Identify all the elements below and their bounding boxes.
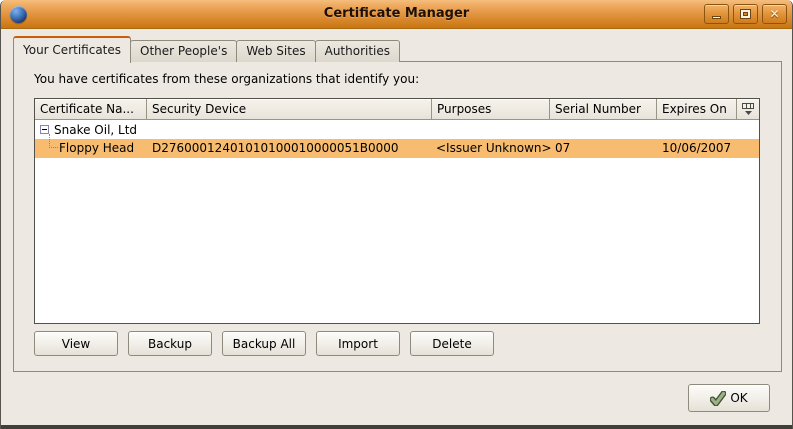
certificate-manager-window: Certificate Manager ✕ Your Certificates … [0, 0, 793, 429]
maximize-button[interactable] [733, 4, 758, 24]
your-certificates-panel: You have certificates from these organiz… [13, 61, 782, 372]
backup-button[interactable]: Backup [128, 331, 212, 356]
column-header-purposes[interactable]: Purposes [432, 99, 550, 120]
certificate-table: Certificate Na... Security Device Purpos… [34, 98, 760, 324]
tab-other-peoples[interactable]: Other People's [130, 40, 237, 62]
close-icon: ✕ [769, 8, 779, 20]
tab-your-certificates[interactable]: Your Certificates [13, 36, 131, 63]
window-controls: ✕ [704, 4, 787, 24]
tree-elbow-line [49, 134, 58, 148]
minimize-button[interactable] [704, 4, 729, 24]
cell-certificate-name: Floppy Head [59, 139, 134, 158]
cell-security-device: D27600012401010100010000051B0000 [152, 139, 399, 158]
collapse-expander-icon[interactable] [40, 125, 49, 134]
column-picker-icon [741, 102, 756, 117]
import-button[interactable]: Import [316, 331, 400, 356]
titlebar[interactable]: Certificate Manager ✕ [1, 0, 792, 29]
tab-authorities[interactable]: Authorities [315, 40, 400, 62]
action-button-row: View Backup Backup All Import Delete [34, 331, 494, 356]
ok-button[interactable]: OK [688, 384, 770, 412]
column-header-security-device[interactable]: Security Device [147, 99, 432, 120]
tab-bar: Your Certificates Other People's Web Sit… [13, 34, 399, 62]
column-header-certificate-name[interactable]: Certificate Na... [35, 99, 147, 120]
window-title: Certificate Manager [1, 6, 792, 21]
minimize-icon [712, 16, 721, 19]
maximize-icon [740, 9, 751, 19]
view-button[interactable]: View [34, 331, 118, 356]
column-picker-button[interactable] [737, 99, 759, 120]
cell-purposes: <Issuer Unknown> [436, 139, 552, 158]
cell-serial-number: 07 [555, 139, 570, 158]
close-button[interactable]: ✕ [762, 4, 787, 24]
ok-button-label: OK [730, 391, 747, 405]
window-bottom-edge [1, 425, 792, 429]
table-header: Certificate Na... Security Device Purpos… [35, 99, 759, 120]
table-row-group-snake-oil[interactable]: Snake Oil, Ltd [35, 120, 759, 139]
backup-all-button[interactable]: Backup All [222, 331, 306, 356]
column-header-expires-on[interactable]: Expires On [657, 99, 737, 120]
group-name: Snake Oil, Ltd [54, 121, 137, 140]
tab-web-sites[interactable]: Web Sites [236, 40, 315, 62]
ok-check-icon [710, 391, 726, 406]
instruction-text: You have certificates from these organiz… [34, 72, 419, 86]
column-header-serial-number[interactable]: Serial Number [550, 99, 657, 120]
cell-expires-on: 10/06/2007 [662, 139, 731, 158]
table-row-floppy-head[interactable]: Floppy Head D27600012401010100010000051B… [35, 139, 759, 158]
delete-button[interactable]: Delete [410, 331, 494, 356]
